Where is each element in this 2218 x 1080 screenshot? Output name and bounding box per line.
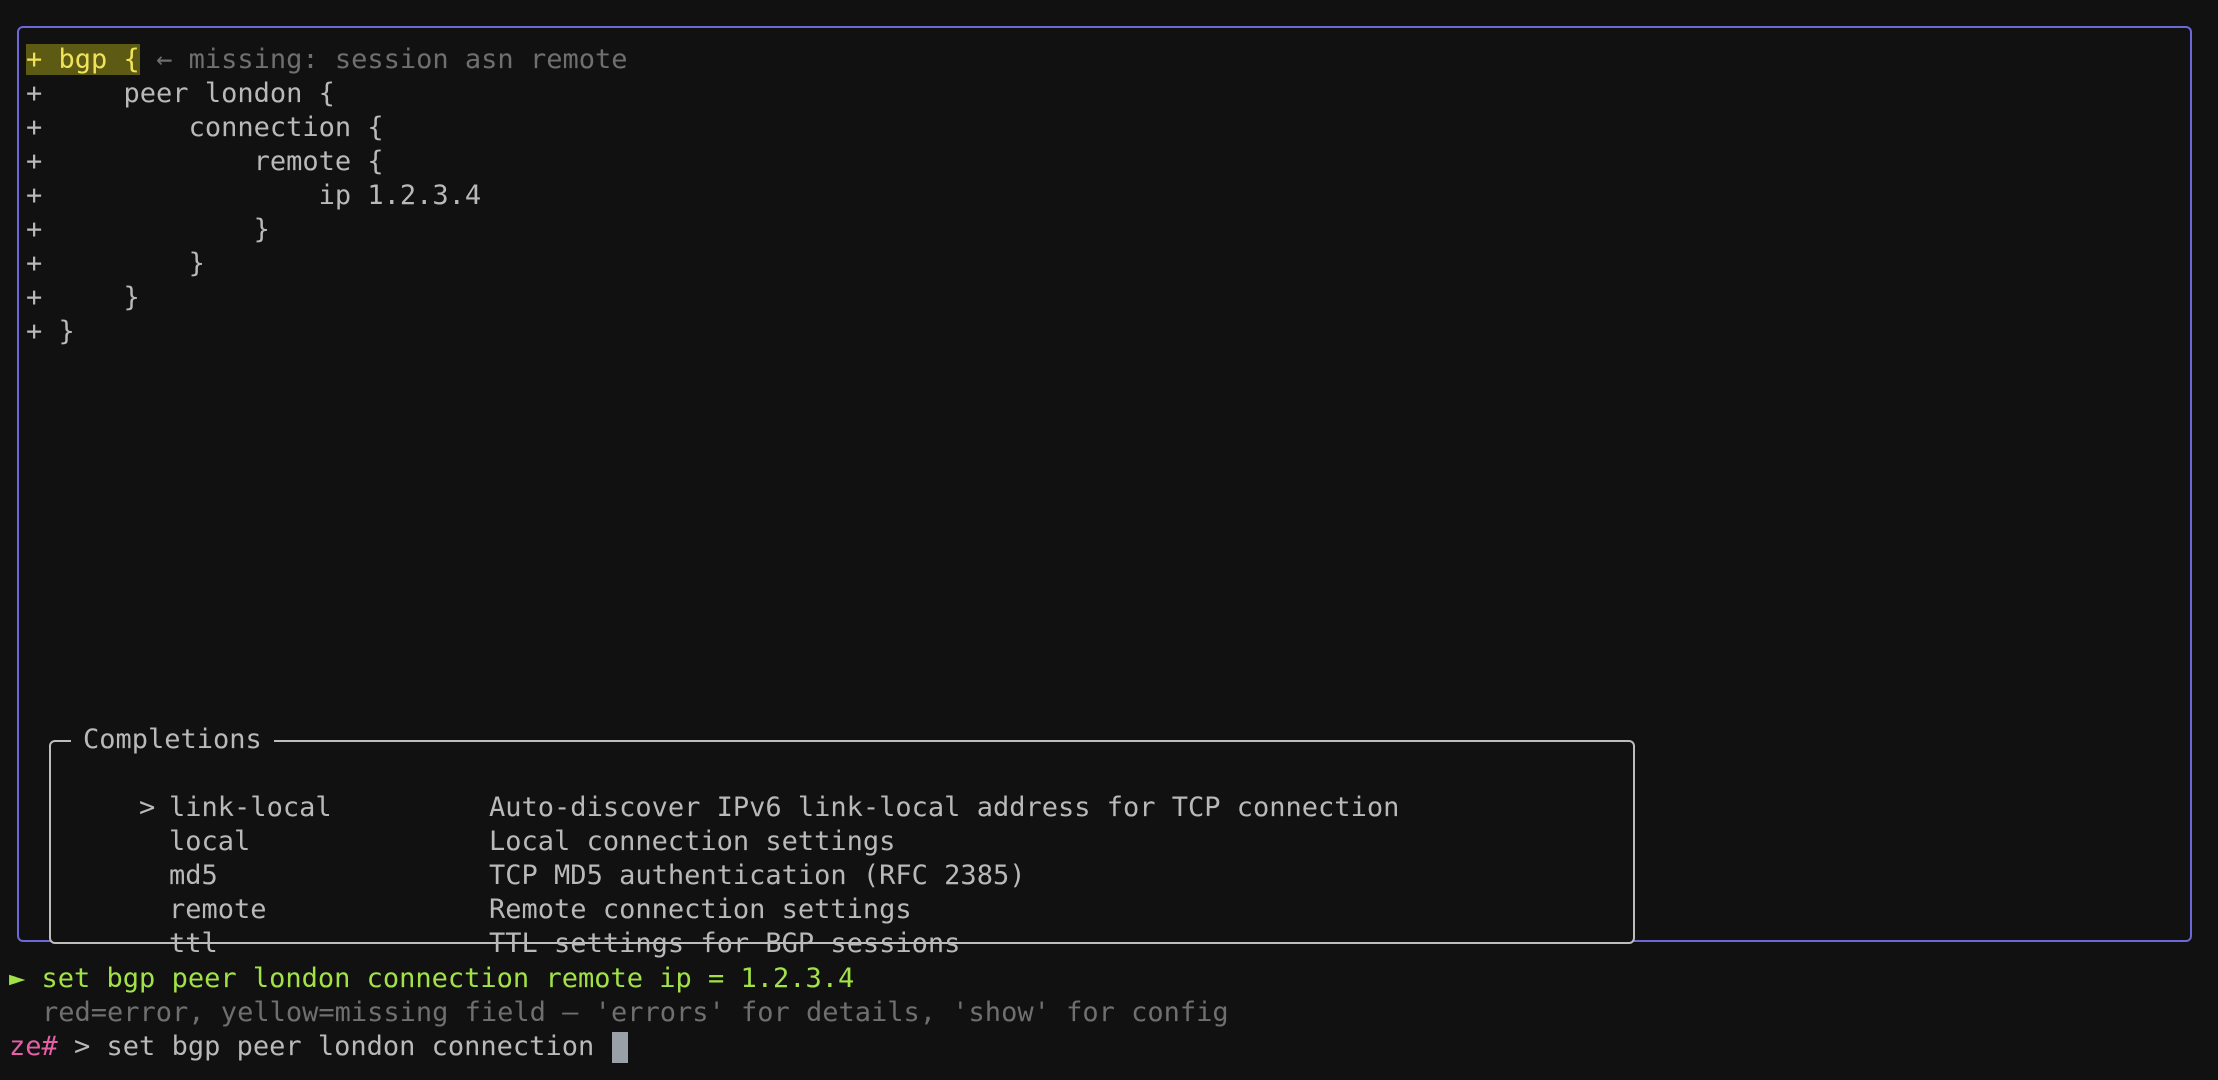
completion-item-remote[interactable]: remote Remote connection settings <box>74 859 912 925</box>
config-line: + } <box>26 213 270 247</box>
completion-item-local[interactable]: local Local connection settings <box>74 791 895 857</box>
config-line-bgp: + bgp { ← missing: session asn remote <box>26 43 627 77</box>
config-line: + ip 1.2.3.4 <box>26 179 481 213</box>
config-text: } <box>42 214 270 245</box>
config-line: + remote { <box>26 145 384 179</box>
completion-item-link-local[interactable]: > link-local Auto-discover IPv6 link-local… <box>74 757 1399 823</box>
diff-marker: + <box>26 214 43 245</box>
config-line: + } <box>26 315 75 349</box>
diff-marker: + <box>26 316 43 347</box>
diff-marker: + <box>26 180 43 211</box>
completion-description: TTL settings for BGP sessions <box>489 928 961 959</box>
config-line-highlight: + bgp { <box>26 44 140 75</box>
config-line: + } <box>26 247 205 281</box>
text-cursor <box>612 1032 629 1063</box>
config-line: + connection { <box>26 111 384 145</box>
diff-marker: + <box>26 78 43 109</box>
missing-hint: ← missing: session asn remote <box>139 44 628 75</box>
command-result: ► set bgp peer london connection remote … <box>9 962 854 996</box>
command-line[interactable]: ze# > set bgp peer london connection <box>9 1030 629 1064</box>
completion-item-md5[interactable]: md5 TCP MD5 authentication (RFC 2385) <box>74 825 1025 891</box>
diff-marker: + <box>26 44 43 75</box>
config-text: } <box>42 282 140 313</box>
completions-title: Completions <box>71 723 274 757</box>
play-arrow-icon: ► <box>9 963 26 994</box>
config-text: bgp { <box>42 44 140 75</box>
config-text: } <box>42 316 75 347</box>
config-text: } <box>42 248 205 279</box>
config-text: remote { <box>42 146 384 177</box>
completion-item-ttl[interactable]: ttl TTL settings for BGP sessions <box>74 893 960 959</box>
result-text: set bgp peer london connection remote ip… <box>25 963 855 994</box>
config-text: peer london { <box>42 78 335 109</box>
command-input[interactable]: > set bgp peer london connection <box>58 1031 611 1062</box>
diff-marker: + <box>26 146 43 177</box>
config-text: ip 1.2.3.4 <box>42 180 482 211</box>
completions-popup: Completions > link-local Auto-discover IPv… <box>49 723 1635 959</box>
config-line: + } <box>26 281 140 315</box>
diff-marker: + <box>26 282 43 313</box>
config-text: connection { <box>42 112 384 143</box>
prompt-label: ze# <box>9 1031 58 1062</box>
config-line: + peer london { <box>26 77 335 111</box>
diff-marker: + <box>26 112 43 143</box>
diff-marker: + <box>26 248 43 279</box>
completion-name: ttl <box>169 928 218 959</box>
help-text: red=error, yellow=missing field — 'error… <box>42 997 1229 1028</box>
